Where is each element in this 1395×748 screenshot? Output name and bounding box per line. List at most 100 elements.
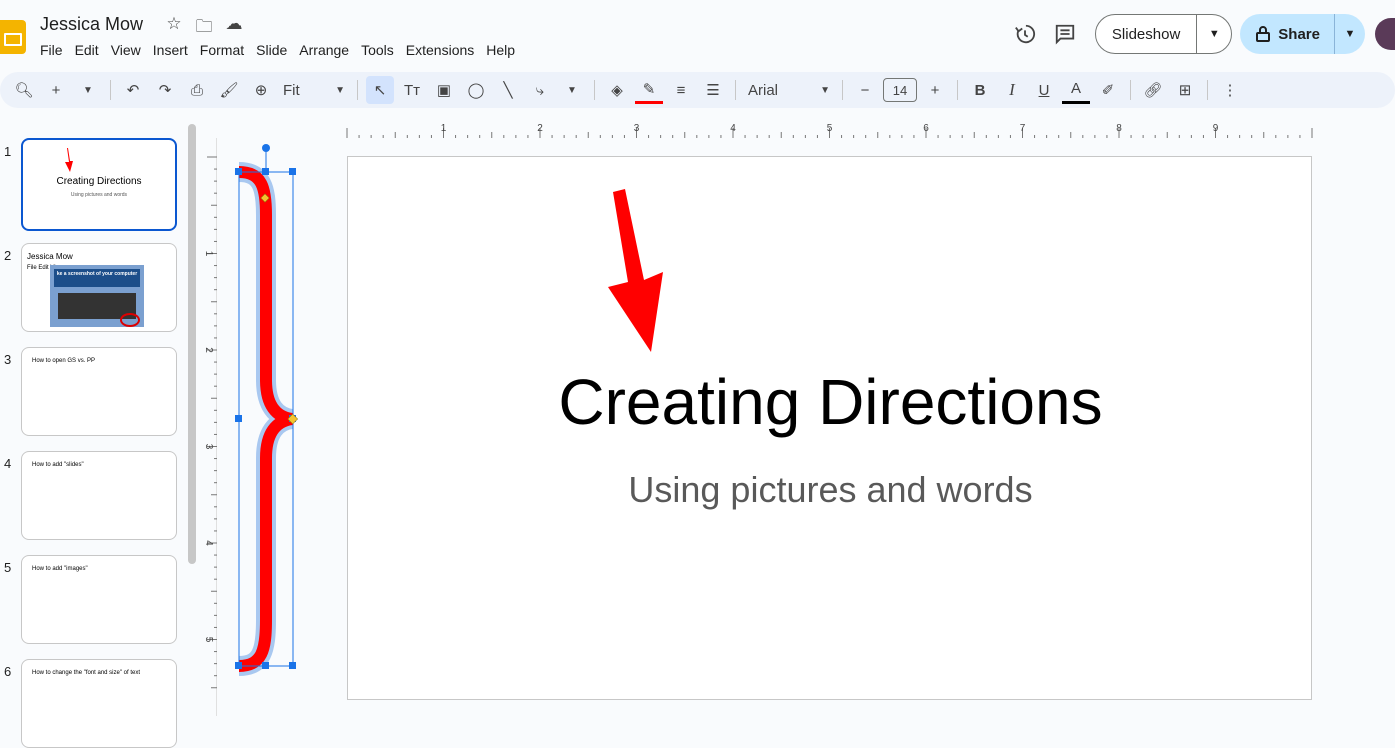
slide-number: 6	[4, 664, 12, 679]
line-icon[interactable]: ╲	[494, 76, 522, 104]
slideshow-dropdown-icon[interactable]: ▼	[1197, 28, 1231, 40]
zoom-icon[interactable]: ⊕	[247, 76, 275, 104]
ruler-label: 9	[1213, 123, 1219, 134]
font-size-input[interactable]: 14	[883, 78, 917, 102]
insert-image-icon[interactable]: ▣	[430, 76, 458, 104]
slide-title[interactable]: Creating Directions	[348, 365, 1313, 439]
menu-file[interactable]: File	[40, 42, 69, 58]
menu-insert[interactable]: Insert	[153, 42, 194, 58]
zoom-value: Fit	[283, 81, 300, 99]
ruler-label: 7	[1020, 123, 1026, 134]
menu-view[interactable]: View	[111, 42, 147, 58]
slide-thumbnail-5[interactable]: How to add "images"	[21, 555, 177, 644]
connector-icon[interactable]: ⤷	[526, 76, 554, 104]
horizontal-ruler[interactable]: 1 2 3 4 5 6 7 8 9	[345, 120, 1315, 138]
ruler-label: 6	[923, 123, 929, 134]
add-comment-icon[interactable]: ⊞	[1171, 76, 1199, 104]
slide-canvas[interactable]: Creating Directions Using pictures and w…	[347, 156, 1312, 700]
slide-thumbnail-1[interactable]: Creating Directions Using pictures and w…	[21, 138, 177, 231]
divider	[110, 80, 111, 100]
header-actions: Slideshow ▼ Share ▼	[1005, 14, 1395, 54]
more-options-icon[interactable]: ⋮	[1216, 76, 1244, 104]
document-title[interactable]: Jessica Mow	[40, 14, 143, 35]
slide-thumbnail-4[interactable]: How to add "slides"	[21, 451, 177, 540]
divider	[735, 80, 736, 100]
border-color-icon[interactable]: ✎	[635, 76, 663, 104]
divider	[1207, 80, 1208, 100]
bold-button[interactable]: B	[966, 76, 994, 104]
search-menus-icon[interactable]: 🔍︎	[10, 76, 38, 104]
filmstrip-scrollbar[interactable]	[188, 124, 196, 564]
thumb-title: How to change the "font and size" of tex…	[32, 670, 140, 676]
version-history-icon[interactable]	[1005, 14, 1045, 54]
vertical-ruler[interactable]: 1 2 3 4 5	[199, 155, 217, 700]
increase-font-size-icon[interactable]: +	[921, 76, 949, 104]
border-dash-icon[interactable]: ☰	[699, 76, 727, 104]
border-weight-icon[interactable]: ≡	[667, 76, 695, 104]
slide-thumbnail-3[interactable]: How to open GS vs. PP	[21, 347, 177, 436]
move-folder-icon[interactable]: 🗀	[193, 14, 215, 43]
font-value: Arial	[748, 81, 779, 99]
connector-dropdown-icon[interactable]: ▼	[558, 76, 586, 104]
menu-format[interactable]: Format	[200, 42, 250, 58]
print-icon[interactable]: ⎙	[183, 76, 211, 104]
select-pointer-icon[interactable]: ↖	[366, 76, 394, 104]
insert-link-icon[interactable]: 🔗︎	[1139, 76, 1167, 104]
text-color-button[interactable]: A	[1062, 76, 1090, 104]
ruler-label: 2	[203, 347, 214, 353]
italic-button[interactable]: I	[998, 76, 1026, 104]
redo-icon[interactable]: ↷	[151, 76, 179, 104]
avatar[interactable]	[1375, 18, 1395, 50]
menu-help[interactable]: Help	[486, 42, 521, 58]
menu-arrange[interactable]: Arrange	[299, 42, 355, 58]
ruler-label: 8	[1116, 123, 1122, 134]
divider	[957, 80, 958, 100]
fill-color-icon[interactable]: ◈	[603, 76, 631, 104]
menu-tools[interactable]: Tools	[361, 42, 400, 58]
ruler-label: 5	[203, 637, 214, 643]
underline-button[interactable]: U	[1030, 76, 1058, 104]
slide-thumbnail-2[interactable]: Jessica Mow File Edit View ke a screensh…	[21, 243, 177, 332]
menu-bar: File Edit View Insert Format Slide Arran…	[40, 42, 527, 58]
thumb-caption-box: ke a screenshot of your computer	[54, 269, 140, 287]
font-select[interactable]: Arial ▼	[744, 76, 834, 104]
ruler-label: 4	[730, 123, 736, 134]
slideshow-button[interactable]: Slideshow	[1096, 15, 1198, 53]
slide-number: 2	[4, 248, 12, 263]
red-arrow-icon	[65, 148, 73, 172]
share-button[interactable]: Share	[1240, 14, 1335, 54]
new-slide-icon[interactable]: +	[42, 76, 70, 104]
ruler-label: 1	[441, 123, 447, 134]
zoom-select[interactable]: Fit ▼	[279, 76, 349, 104]
shape-icon[interactable]: ◯	[462, 76, 490, 104]
decrease-font-size-icon[interactable]: −	[851, 76, 879, 104]
menu-extensions[interactable]: Extensions	[406, 42, 480, 58]
ruler-label: 2	[537, 123, 543, 134]
slide-thumbnail-6[interactable]: How to change the "font and size" of tex…	[21, 659, 177, 748]
cloud-status-icon[interactable]: ☁	[223, 14, 245, 43]
thumb-red-circle	[120, 313, 140, 327]
comments-icon[interactable]	[1045, 14, 1085, 54]
paint-format-icon[interactable]: 🖌︎	[215, 76, 243, 104]
share-dropdown-icon[interactable]: ▼	[1335, 28, 1365, 40]
slide-filmstrip: 1 Creating Directions Using pictures and…	[0, 124, 196, 748]
chevron-down-icon: ▼	[820, 84, 830, 96]
ruler-label: 3	[634, 123, 640, 134]
slides-logo-icon[interactable]	[0, 20, 26, 54]
toolbar: 🔍︎ + ▼ ↶ ↷ ⎙ 🖌︎ ⊕ Fit ▼ ↖ Tт ▣ ◯ ╲ ⤷ ▼ ◈ …	[0, 72, 1395, 108]
divider	[594, 80, 595, 100]
ruler-label: 5	[827, 123, 833, 134]
highlight-color-icon[interactable]: ✐	[1094, 76, 1122, 104]
star-icon[interactable]: ☆	[163, 14, 185, 43]
thumb-title: How to add "images"	[32, 566, 88, 572]
slide-subtitle[interactable]: Using pictures and words	[348, 469, 1313, 511]
text-box-icon[interactable]: Tт	[398, 76, 426, 104]
chevron-down-icon: ▼	[335, 84, 345, 96]
menu-slide[interactable]: Slide	[256, 42, 293, 58]
thumb-subtitle: Using pictures and words	[70, 192, 128, 198]
undo-icon[interactable]: ↶	[119, 76, 147, 104]
new-slide-dropdown-icon[interactable]: ▼	[74, 76, 102, 104]
menu-edit[interactable]: Edit	[75, 42, 105, 58]
thumb-title: Jessica Mow	[27, 252, 73, 261]
thumb-screenshot-image: ke a screenshot of your computer	[50, 265, 144, 327]
